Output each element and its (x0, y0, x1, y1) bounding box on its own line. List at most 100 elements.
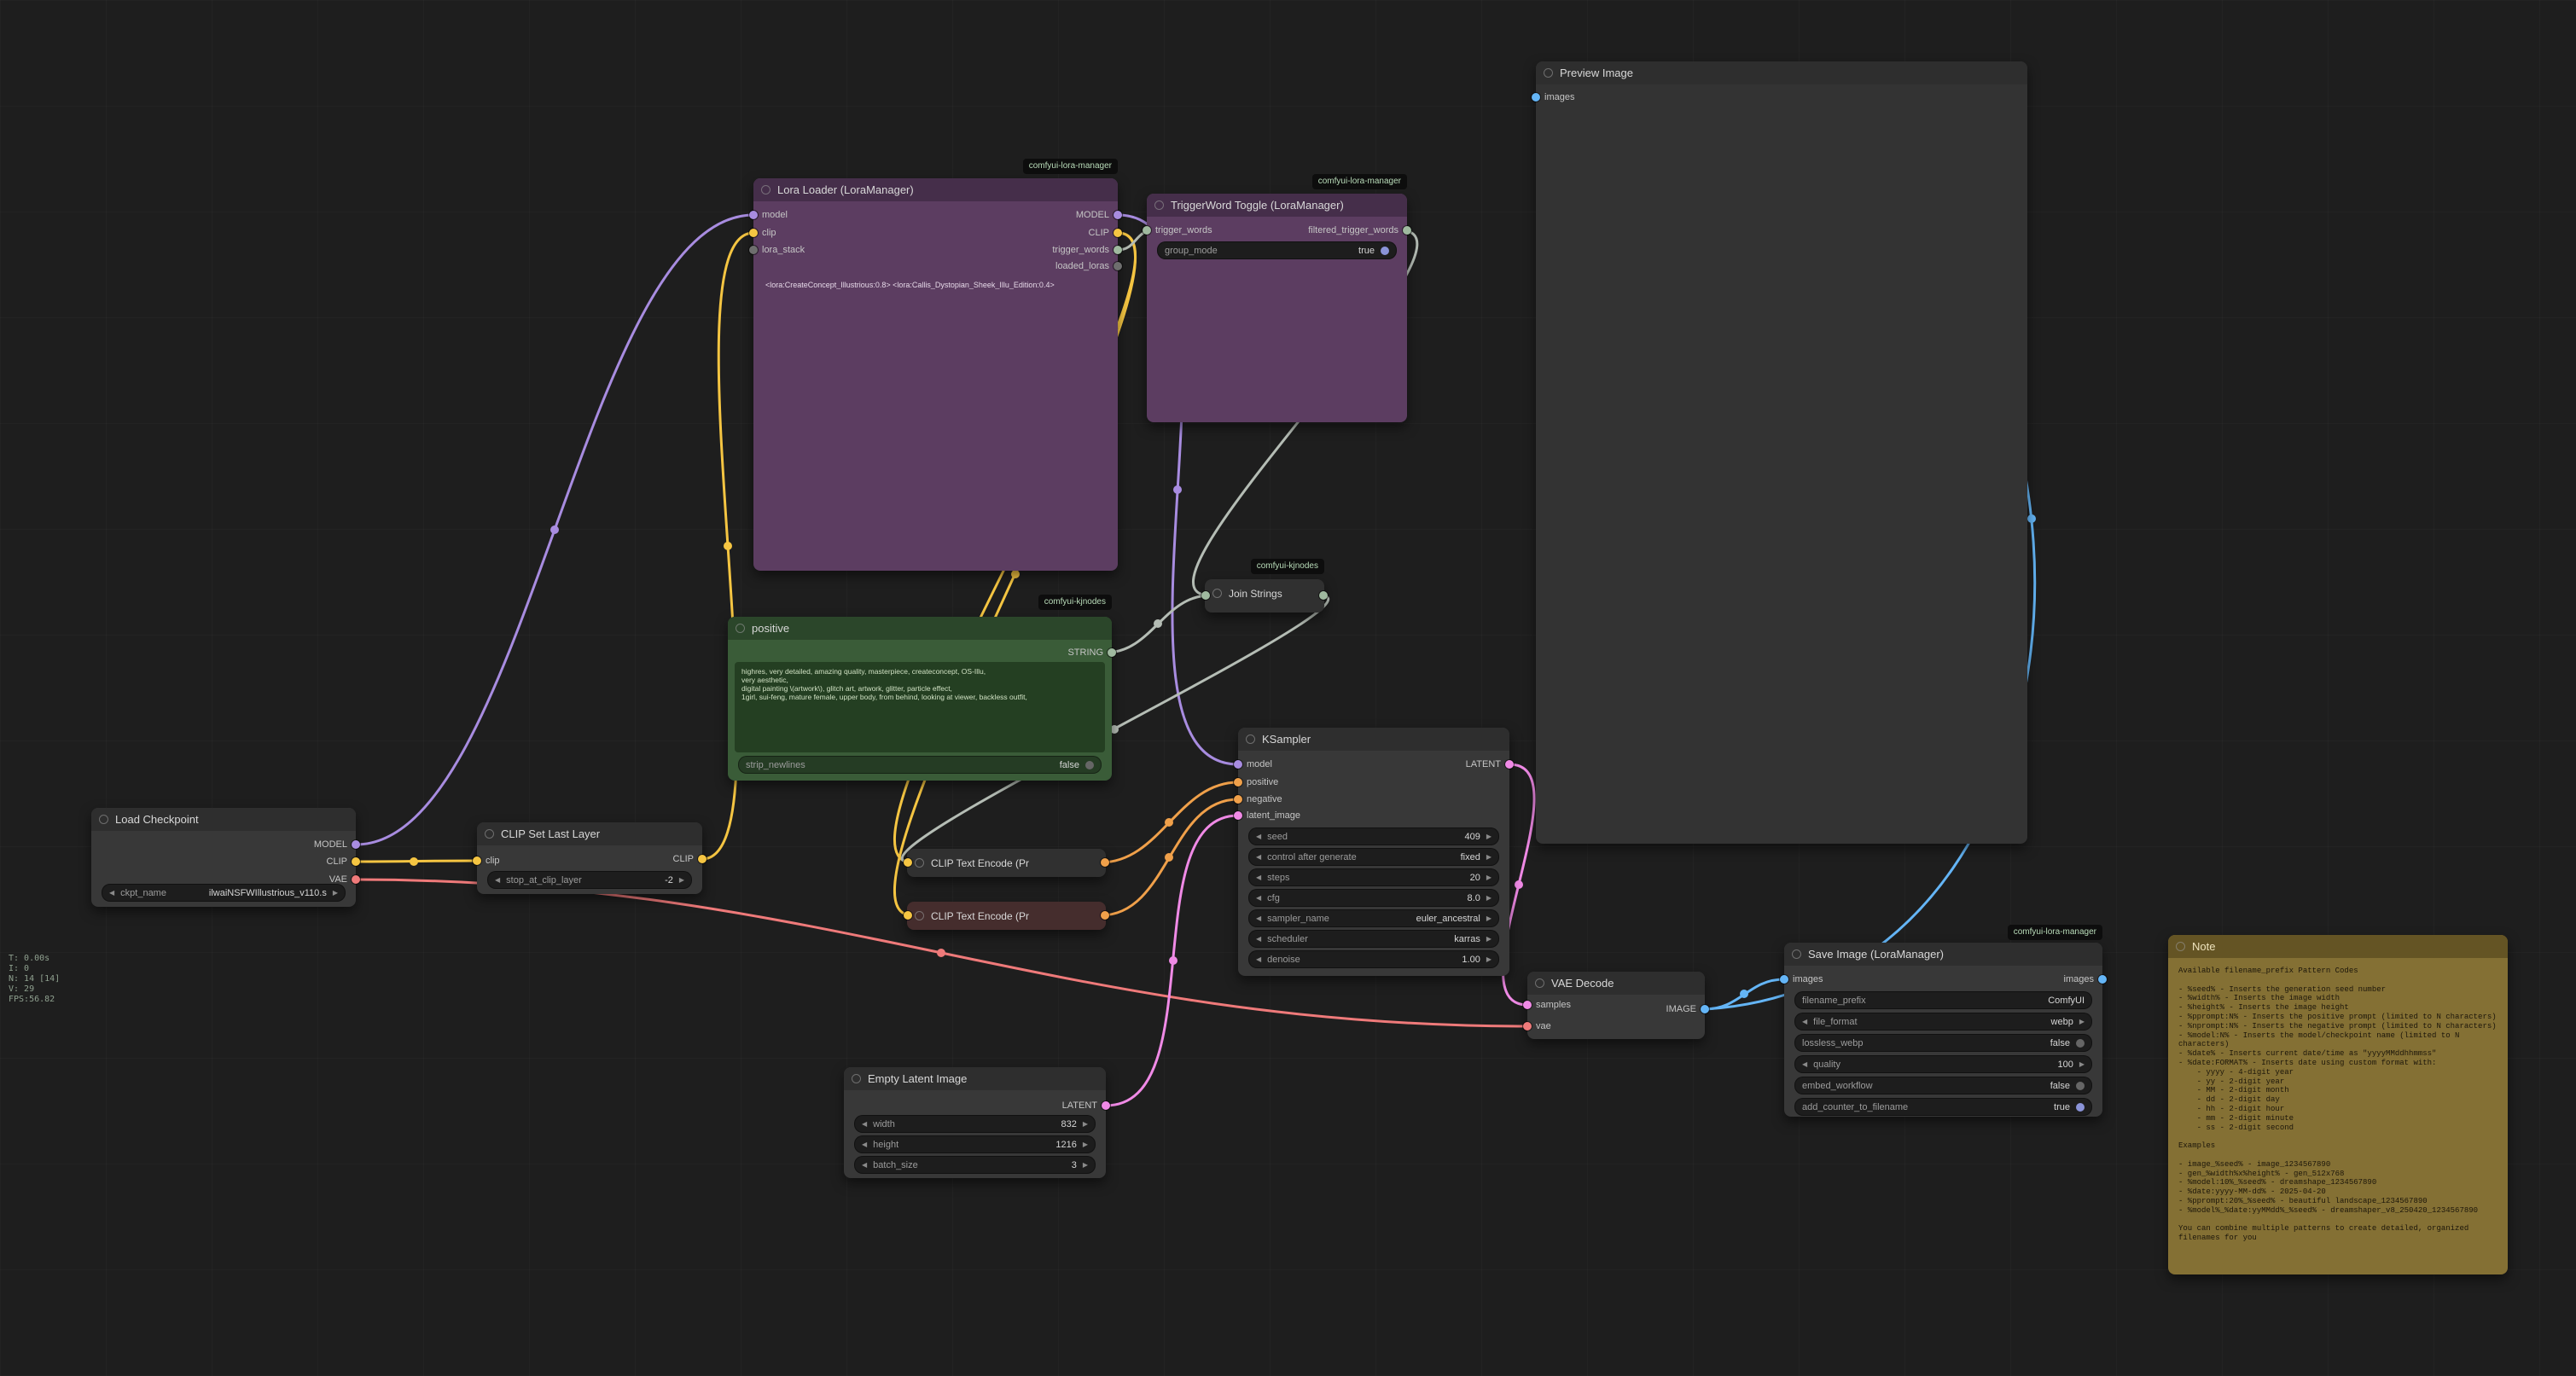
arrow-right-icon[interactable]: ▶ (1486, 853, 1492, 861)
arrow-right-icon[interactable]: ▶ (1486, 955, 1492, 963)
node-header[interactable]: Save Image (LoraManager) (1784, 943, 2102, 966)
toggle-knob-icon[interactable] (2076, 1082, 2085, 1090)
output-dot-latent[interactable] (1505, 760, 1514, 769)
node-load-checkpoint[interactable]: Load Checkpoint MODEL CLIP VAE ◀ ckpt_na… (91, 808, 356, 907)
node-vae-decode[interactable]: VAE Decode samples vae IMAGE (1527, 972, 1705, 1039)
widget-control-after-generate[interactable]: ◀ control after generate fixed ▶ (1248, 848, 1499, 866)
input-dot-model[interactable] (1234, 760, 1242, 769)
collapse-icon[interactable] (2176, 942, 2185, 951)
arrow-left-icon[interactable]: ◀ (1256, 894, 1261, 902)
widget-steps[interactable]: ◀ steps 20 ▶ (1248, 868, 1499, 886)
toggle-knob-icon[interactable] (1381, 247, 1389, 255)
widget-quality[interactable]: ◀ quality 100 ▶ (1794, 1055, 2092, 1073)
node-clip-text-encode-positive[interactable]: CLIP Text Encode (Pr (907, 849, 1106, 877)
node-header[interactable]: Note (2168, 935, 2508, 958)
input-slot-model[interactable]: model (749, 210, 788, 220)
output-dot-filtered-trigger-words[interactable] (1403, 226, 1411, 235)
arrow-right-icon[interactable]: ▶ (1083, 1161, 1088, 1169)
input-dot-conditioning[interactable] (1234, 795, 1242, 804)
arrow-left-icon[interactable]: ◀ (109, 889, 114, 897)
node-ksampler[interactable]: KSampler model positive negative latent_… (1238, 728, 1509, 976)
prompt-textarea[interactable]: highres, very detailed, amazing quality,… (735, 662, 1105, 752)
widget-scheduler[interactable]: ◀ scheduler karras ▶ (1248, 930, 1499, 948)
arrow-left-icon[interactable]: ◀ (1256, 914, 1261, 922)
output-dot-clip[interactable] (698, 855, 707, 863)
output-dot-vae[interactable] (352, 875, 360, 884)
output-slot-latent[interactable]: LATENT (1062, 1100, 1110, 1111)
output-dot-trigger-words[interactable] (1114, 246, 1122, 254)
input-dot-conditioning[interactable] (1234, 778, 1242, 787)
arrow-right-icon[interactable]: ▶ (333, 889, 338, 897)
node-graph-canvas[interactable]: T: 0.00s I: 0 N: 14 [14] V: 29 FPS:56.82… (0, 0, 2576, 1376)
input-slot-samples[interactable]: samples (1523, 1000, 1571, 1010)
input-dot-latent[interactable] (1523, 1001, 1532, 1009)
node-header[interactable]: KSampler (1238, 728, 1509, 751)
lora-syntax-text[interactable]: <lora:CreateConcept_Illustrious:0.8> <lo… (765, 281, 1109, 289)
node-header[interactable]: CLIP Set Last Layer (477, 822, 702, 845)
output-slot-model[interactable]: MODEL (314, 839, 360, 850)
widget-group-mode[interactable]: group_mode true (1157, 241, 1397, 259)
node-header[interactable]: Load Checkpoint (91, 808, 356, 831)
output-slot-images[interactable]: images (2064, 974, 2107, 984)
widget-embed-workflow[interactable]: embed_workflow false (1794, 1077, 2092, 1094)
input-dot-vae[interactable] (1523, 1022, 1532, 1031)
output-slot-loaded-loras[interactable]: loaded_loras (1055, 261, 1122, 271)
output-dot-conditioning[interactable] (1101, 858, 1109, 867)
node-header[interactable]: TriggerWord Toggle (LoraManager) (1147, 194, 1407, 217)
widget-strip-newlines[interactable]: strip_newlines false (738, 756, 1102, 774)
input-slot-clip[interactable]: clip (749, 228, 776, 238)
output-slot-image[interactable]: IMAGE (1666, 1004, 1709, 1014)
input-dot-image[interactable] (1532, 93, 1540, 102)
widget-denoise[interactable]: ◀ denoise 1.00 ▶ (1248, 950, 1499, 968)
widget-stop-at-clip-layer[interactable]: ◀ stop_at_clip_layer -2 ▶ (487, 871, 692, 889)
widget-ckpt-name[interactable]: ◀ ckpt_name ilwaiNSFWIllustrious_v110.s … (102, 884, 346, 902)
widget-batch-size[interactable]: ◀ batch_size 3 ▶ (854, 1156, 1096, 1174)
widget-seed[interactable]: ◀ seed 409 ▶ (1248, 827, 1499, 845)
collapse-icon[interactable] (915, 911, 924, 920)
collapse-icon[interactable] (915, 858, 924, 868)
input-dot-clip[interactable] (749, 229, 758, 237)
node-header[interactable]: VAE Decode (1527, 972, 1705, 995)
arrow-left-icon[interactable]: ◀ (495, 876, 500, 884)
input-slot-latent-image[interactable]: latent_image (1234, 810, 1300, 821)
collapse-icon[interactable] (1246, 734, 1255, 744)
toggle-knob-icon[interactable] (2076, 1103, 2085, 1112)
arrow-right-icon[interactable]: ▶ (1486, 935, 1492, 943)
input-slot-clip[interactable]: clip (473, 856, 500, 866)
node-positive-prompt[interactable]: positive STRING highres, very detailed, … (728, 617, 1112, 781)
node-header[interactable]: Lora Loader (LoraManager) (753, 178, 1118, 201)
input-dot-string[interactable] (1201, 591, 1210, 600)
output-slot-trigger-words[interactable]: trigger_words (1052, 245, 1122, 255)
widget-cfg[interactable]: ◀ cfg 8.0 ▶ (1248, 889, 1499, 907)
output-dot-string[interactable] (1108, 648, 1116, 657)
node-clip-text-encode-negative[interactable]: CLIP Text Encode (Pr (907, 902, 1106, 930)
node-empty-latent-image[interactable]: Empty Latent Image LATENT ◀ width 832 ▶ … (844, 1067, 1106, 1178)
output-dot-clip[interactable] (352, 857, 360, 866)
output-dot-model[interactable] (1114, 211, 1122, 219)
arrow-left-icon[interactable]: ◀ (1256, 853, 1261, 861)
node-header[interactable]: Join Strings (1205, 579, 1324, 607)
arrow-right-icon[interactable]: ▶ (1486, 914, 1492, 922)
collapse-icon[interactable] (852, 1074, 861, 1083)
widget-filename-prefix[interactable]: filename_prefix ComfyUI (1794, 991, 2092, 1009)
input-slot-lora-stack[interactable]: lora_stack (749, 245, 805, 255)
node-header[interactable]: CLIP Text Encode (Pr (907, 849, 1106, 877)
arrow-left-icon[interactable]: ◀ (862, 1161, 867, 1169)
arrow-left-icon[interactable]: ◀ (1256, 935, 1261, 943)
output-dot-string[interactable] (1319, 591, 1328, 600)
input-slot-vae[interactable]: vae (1523, 1021, 1551, 1031)
output-slot-filtered-trigger-words[interactable]: filtered_trigger_words (1308, 225, 1411, 235)
output-slot-clip[interactable]: CLIP (327, 856, 360, 867)
widget-file-format[interactable]: ◀ file_format webp ▶ (1794, 1013, 2092, 1031)
input-slot-images[interactable]: images (1780, 974, 1823, 984)
widget-sampler-name[interactable]: ◀ sampler_name euler_ancestral ▶ (1248, 909, 1499, 927)
input-slot-model[interactable]: model (1234, 759, 1272, 769)
output-slot-vae[interactable]: VAE (329, 874, 360, 885)
output-dot-clip[interactable] (1114, 229, 1122, 237)
input-dot-latent[interactable] (1234, 811, 1242, 820)
collapse-icon[interactable] (761, 185, 770, 194)
collapse-icon[interactable] (736, 624, 745, 633)
toggle-knob-icon[interactable] (2076, 1039, 2085, 1048)
arrow-left-icon[interactable]: ◀ (1256, 874, 1261, 881)
input-slot-trigger-words[interactable]: trigger_words (1143, 225, 1212, 235)
